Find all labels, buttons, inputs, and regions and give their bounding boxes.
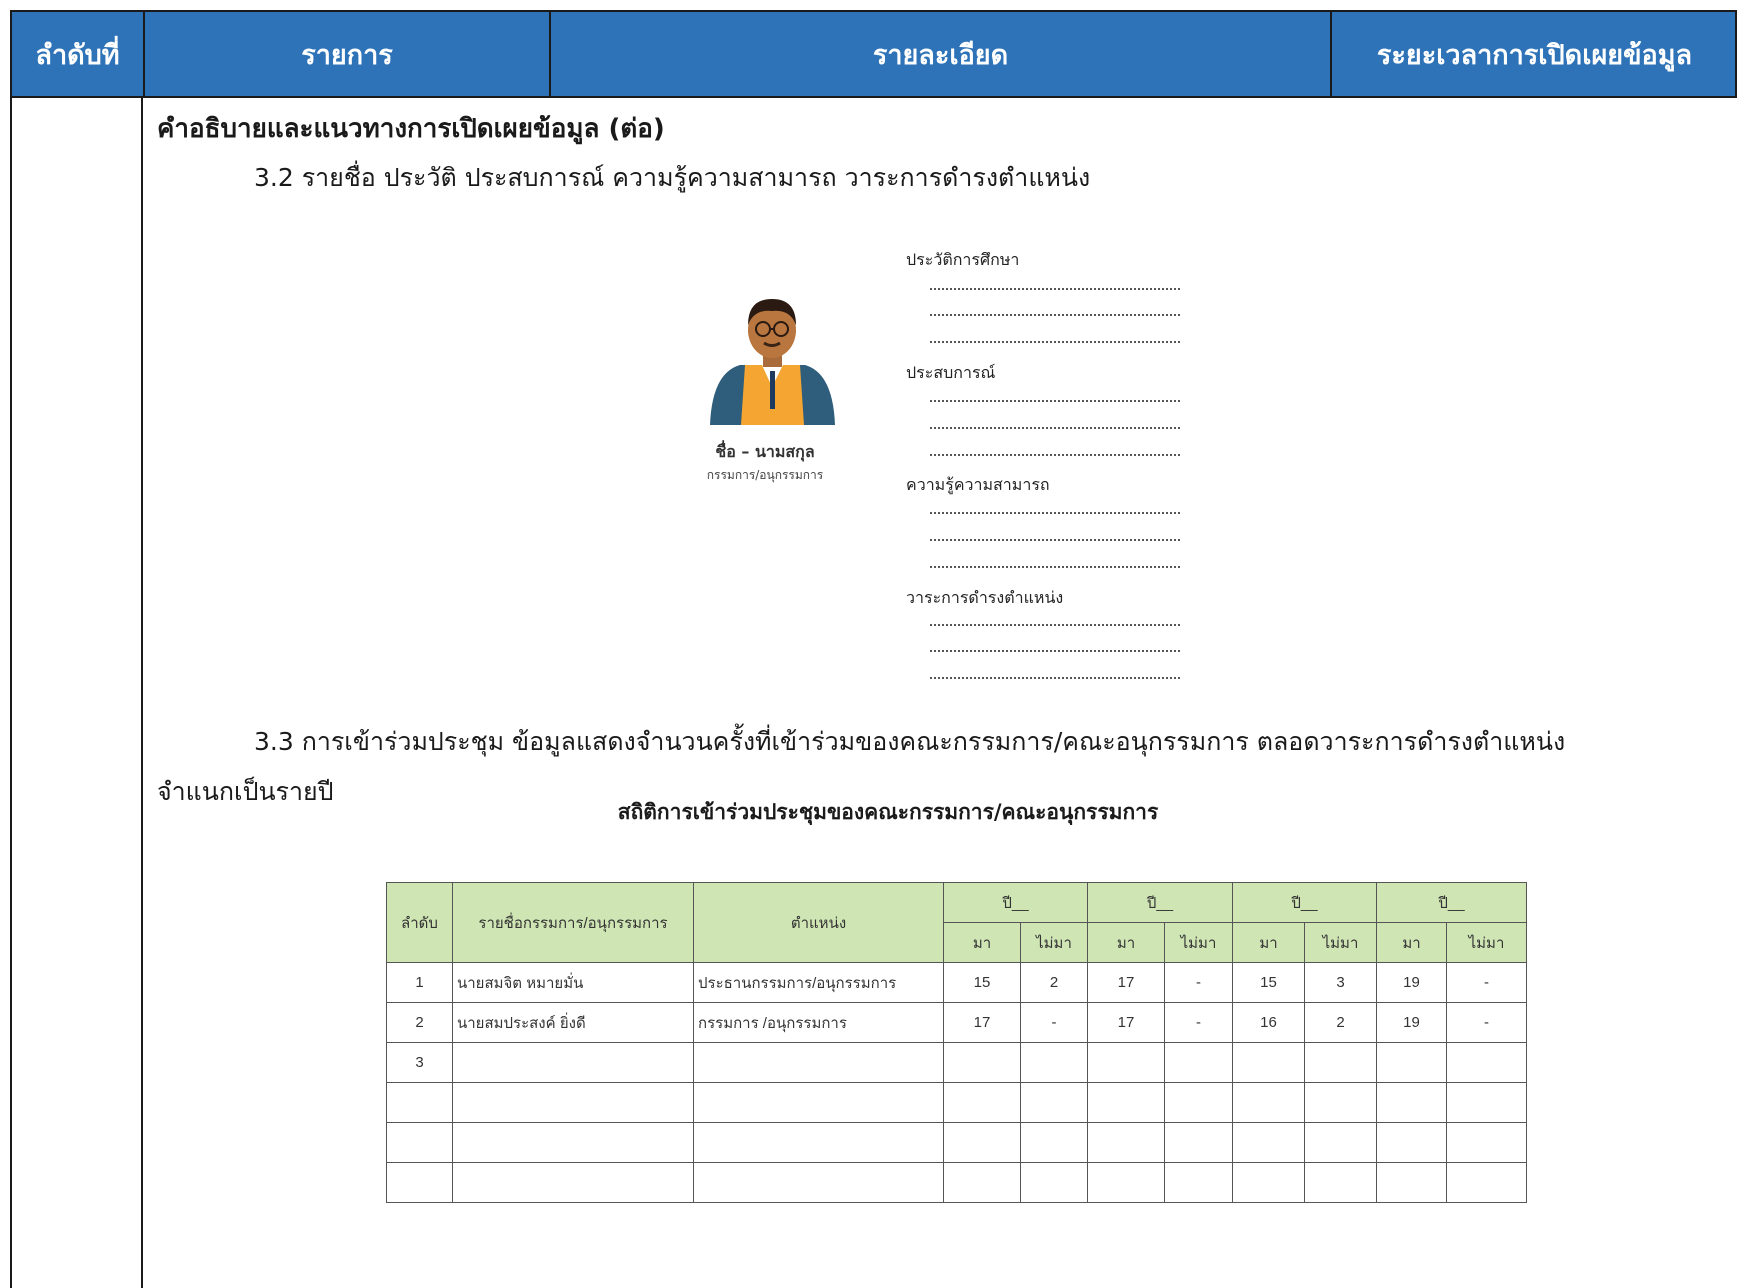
row-value: - (1164, 1002, 1233, 1043)
person-icon (710, 299, 835, 425)
col-no-header: ลำดับ (386, 882, 453, 963)
dotted-line (930, 624, 1180, 626)
row-value: 19 (1376, 1002, 1447, 1043)
header-item: รายการ (145, 12, 551, 96)
attend-header: มา (1087, 922, 1165, 963)
row-value: 17 (943, 1002, 1021, 1043)
table-row: 1 นายสมจิต หมายมั่น ประธานกรรมการ/อนุกรร… (386, 962, 1527, 1003)
header-detail: รายละเอียด (551, 12, 1332, 96)
row-no: 3 (386, 1042, 453, 1083)
table-row-empty (386, 1122, 1527, 1163)
col-position-header: ตำแหน่ง (693, 882, 944, 963)
row-value: 2 (1304, 1002, 1377, 1043)
table-header: ลำดับที่ รายการ รายละเอียด ระยะเวลาการเป… (10, 10, 1737, 98)
absent-header: ไม่มา (1304, 922, 1377, 963)
table-row-empty (386, 1082, 1527, 1123)
year-header: ปี__ (1087, 882, 1233, 923)
profile-term-label: วาระการดำรงตำแหน่ง (906, 588, 1064, 607)
row-value (1304, 1042, 1377, 1083)
row-value: 3 (1304, 962, 1377, 1003)
attendance-title: สถิติการเข้าร่วมประชุมของคณะกรรมการ/คณะอ… (617, 800, 1159, 824)
item-3-3-continued: จำแนกเป็นรายปี (157, 777, 334, 806)
year-header: ปี__ (1376, 882, 1527, 923)
profile-role: กรรมการ/อนุกรรมการ (706, 468, 824, 482)
year-header: ปี__ (943, 882, 1088, 923)
table-row: 2 นายสมประสงค์ ยิ่งดี กรรมการ /อนุกรรมกา… (386, 1002, 1527, 1043)
dotted-line (930, 400, 1180, 402)
row-position (693, 1042, 944, 1083)
row-value: 15 (1232, 962, 1305, 1003)
row-value (943, 1042, 1021, 1083)
dotted-line (930, 650, 1180, 652)
row-value (1020, 1042, 1088, 1083)
row-value: 15 (943, 962, 1021, 1003)
dotted-line (930, 314, 1180, 316)
dotted-line (930, 288, 1180, 290)
attend-header: มา (1232, 922, 1305, 963)
table-row-empty (386, 1162, 1527, 1203)
row-value: 16 (1232, 1002, 1305, 1043)
row-no: 1 (386, 962, 453, 1003)
dotted-line (930, 566, 1180, 568)
dotted-line (930, 427, 1180, 429)
row-value (1446, 1042, 1527, 1083)
row-value (1087, 1042, 1165, 1083)
row-value: - (1020, 1002, 1088, 1043)
dotted-line (930, 677, 1180, 679)
row-value: - (1164, 962, 1233, 1003)
dotted-line (930, 341, 1180, 343)
row-value: 17 (1087, 962, 1165, 1003)
row-position: ประธานกรรมการ/อนุกรรมการ (693, 962, 944, 1003)
profile-experience-label: ประสบการณ์ (906, 363, 996, 382)
year-header: ปี__ (1232, 882, 1377, 923)
absent-header: ไม่มา (1164, 922, 1233, 963)
dotted-line (930, 512, 1180, 514)
item-3-2: 3.2 รายชื่อ ประวัติ ประสบการณ์ ความรู้คว… (254, 163, 1091, 192)
absent-header: ไม่มา (1446, 922, 1527, 963)
row-name (452, 1042, 694, 1083)
profile-name: ชื่อ – นามสกุล (715, 442, 815, 461)
row-value (1376, 1042, 1447, 1083)
attendance-table: ลำดับ รายชื่อกรรมการ/อนุกรรมการ ตำแหน่ง … (386, 882, 1527, 1203)
dotted-line (930, 539, 1180, 541)
row-value: - (1446, 1002, 1527, 1043)
absent-header: ไม่มา (1020, 922, 1088, 963)
section-title: คำอธิบายและแนวทางการเปิดเผยข้อมูล (ต่อ) (157, 114, 665, 144)
attend-header: มา (1376, 922, 1447, 963)
row-value: - (1446, 962, 1527, 1003)
row-value (1232, 1042, 1305, 1083)
row-value: 19 (1376, 962, 1447, 1003)
row-position: กรรมการ /อนุกรรมการ (693, 1002, 944, 1043)
column-divider (141, 98, 143, 1288)
row-value (1164, 1042, 1233, 1083)
col-name-header: รายชื่อกรรมการ/อนุกรรมการ (452, 882, 694, 963)
row-value: 17 (1087, 1002, 1165, 1043)
item-3-3: 3.3 การเข้าร่วมประชุม ข้อมูลแสดงจำนวนครั… (254, 727, 1566, 756)
row-no: 2 (386, 1002, 453, 1043)
profile-knowledge-label: ความรู้ความสามารถ (906, 475, 1050, 494)
row-name: นายสมจิต หมายมั่น (452, 962, 694, 1003)
row-name: นายสมประสงค์ ยิ่งดี (452, 1002, 694, 1043)
table-row: 3 (386, 1042, 1527, 1083)
attend-header: มา (943, 922, 1021, 963)
row-value: 2 (1020, 962, 1088, 1003)
profile-education-label: ประวัติการศึกษา (906, 250, 1020, 269)
header-disclosure-period: ระยะเวลาการเปิดเผยข้อมูล (1376, 39, 1693, 71)
dotted-line (930, 454, 1180, 456)
header-order: ลำดับที่ (12, 12, 145, 96)
